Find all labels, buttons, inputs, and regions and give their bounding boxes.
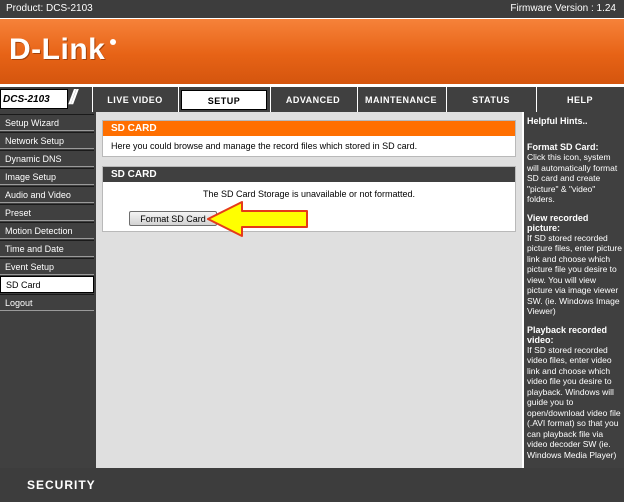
tab-help[interactable]: HELP bbox=[537, 90, 623, 110]
tab-status[interactable]: STATUS bbox=[447, 90, 535, 110]
footer-security-label: SECURITY bbox=[27, 478, 96, 492]
hints-title: Helpful Hints.. bbox=[527, 116, 588, 126]
sidebar-item-event-setup[interactable]: Event Setup bbox=[0, 258, 94, 275]
intro-text: Here you could browse and manage the rec… bbox=[111, 141, 418, 151]
model-badge: DCS-2103 bbox=[0, 89, 68, 109]
pointer-arrow-icon bbox=[207, 201, 308, 237]
sidebar: Setup Wizard Network Setup Dynamic DNS I… bbox=[0, 112, 96, 468]
model-label: DCS-2103 bbox=[3, 94, 50, 105]
sidebar-item-motion-detection[interactable]: Motion Detection bbox=[0, 222, 94, 239]
intro-title: SD CARD bbox=[103, 121, 515, 136]
tab-advanced[interactable]: ADVANCED bbox=[271, 90, 355, 110]
section-title: SD CARD bbox=[103, 167, 515, 182]
app-window: Product: DCS-2103 Firmware Version : 1.2… bbox=[0, 0, 624, 502]
hint-text-format: Click this icon, system will automatical… bbox=[527, 152, 618, 204]
top-info-bar: Product: DCS-2103 Firmware Version : 1.2… bbox=[0, 0, 624, 18]
divider-slashes-icon: // bbox=[69, 87, 77, 109]
intro-panel: SD CARD Here you could browse and manage… bbox=[102, 120, 516, 157]
brand-banner: D-Link bbox=[0, 18, 624, 84]
sidebar-item-network-setup[interactable]: Network Setup bbox=[0, 132, 94, 149]
sidebar-item-image-setup[interactable]: Image Setup bbox=[0, 168, 94, 185]
sidebar-item-preset[interactable]: Preset bbox=[0, 204, 94, 221]
hint-heading-video: Playback recorded video: bbox=[527, 324, 608, 345]
firmware-version: Firmware Version : 1.24 bbox=[510, 3, 616, 14]
footer: SECURITY bbox=[0, 468, 624, 502]
hint-heading-picture: View recorded picture: bbox=[527, 212, 589, 233]
sidebar-item-dynamic-dns[interactable]: Dynamic DNS bbox=[0, 150, 94, 167]
tab-setup[interactable]: SETUP bbox=[181, 90, 267, 110]
dlink-logo: D-Link bbox=[9, 33, 106, 66]
main-nav: DCS-2103 // LIVE VIDEO SETUP ADVANCED MA… bbox=[0, 86, 624, 113]
sidebar-item-time-date[interactable]: Time and Date bbox=[0, 240, 94, 257]
main-content: SD CARD Here you could browse and manage… bbox=[96, 112, 522, 468]
hint-text-video: If SD stored recorded video files, enter… bbox=[527, 344, 621, 460]
tab-divider bbox=[178, 87, 179, 113]
tab-live-video[interactable]: LIVE VIDEO bbox=[93, 90, 177, 110]
sidebar-item-setup-wizard[interactable]: Setup Wizard bbox=[0, 114, 94, 131]
format-sd-card-button[interactable]: Format SD Card bbox=[129, 211, 217, 226]
sidebar-item-audio-video[interactable]: Audio and Video bbox=[0, 186, 94, 203]
helpful-hints-panel: Helpful Hints.. Format SD Card: Click th… bbox=[524, 112, 624, 468]
sidebar-item-logout[interactable]: Logout bbox=[0, 294, 94, 311]
hint-heading-format: Format SD Card: bbox=[527, 142, 599, 152]
sd-status-message: The SD Card Storage is unavailable or no… bbox=[202, 189, 416, 199]
sidebar-item-sd-card[interactable]: SD Card bbox=[0, 276, 94, 293]
hint-text-picture: If SD stored recorded picture files, ent… bbox=[527, 232, 622, 317]
logo-dot-icon bbox=[110, 39, 116, 45]
product-label: Product: DCS-2103 bbox=[6, 3, 93, 14]
tab-maintenance[interactable]: MAINTENANCE bbox=[358, 90, 444, 110]
